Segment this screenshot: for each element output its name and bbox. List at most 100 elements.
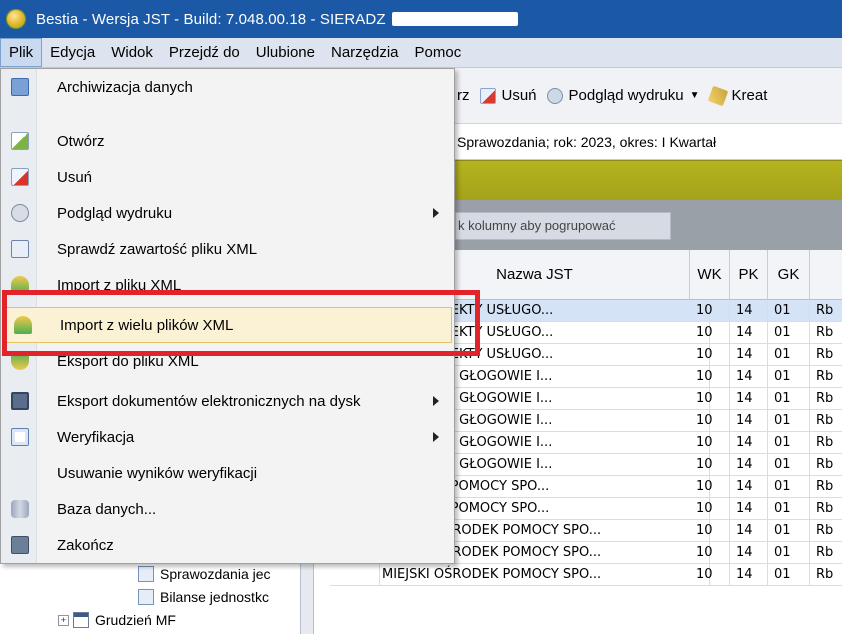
toolbar-open-button[interactable]: rz: [457, 87, 470, 104]
cell-gk: 01: [768, 410, 810, 432]
cell-rb: Rb: [816, 501, 834, 516]
toolbar-wizard-label: Kreat: [731, 87, 768, 104]
filter-band: [455, 160, 842, 200]
splitter[interactable]: [300, 560, 314, 634]
tree-item-bilanse[interactable]: Bilanse jednostkc: [138, 586, 269, 608]
database-icon: [11, 500, 29, 518]
menu-widok[interactable]: Widok: [103, 39, 161, 67]
group-panel[interactable]: k kolumny aby pogrupować: [455, 200, 842, 250]
menu-item-import-multi[interactable]: Import z wielu plików XML: [3, 307, 452, 343]
toolbar-print-preview-label: Podgląd wydruku: [568, 87, 684, 104]
print-preview-icon: [546, 87, 563, 104]
group-hint: k kolumny aby pogrupować: [455, 212, 671, 240]
cell-rb: Rb: [816, 523, 834, 538]
exit-icon: [11, 536, 29, 554]
open-icon: [11, 132, 29, 150]
menu-item-open[interactable]: Otwórz: [1, 123, 454, 159]
menu-item-database[interactable]: Baza danych...: [1, 491, 454, 527]
export-icon: [11, 352, 29, 370]
menu-item-verify[interactable]: Weryfikacja: [1, 419, 454, 455]
column-header-wk[interactable]: WK: [690, 250, 730, 300]
cell-pk: 14: [730, 498, 768, 520]
cell-gk: 01: [768, 366, 810, 388]
cell-gk: 01: [768, 564, 810, 586]
menu-edycja[interactable]: Edycja: [42, 39, 103, 67]
toolbar-print-preview-button[interactable]: Podgląd wydruku ▼: [546, 87, 700, 104]
menu-item-usuwanie-wynikow[interactable]: Usuwanie wyników weryfikacji: [1, 455, 454, 491]
menu-plik[interactable]: Plik: [0, 38, 43, 67]
cell-wk: 10: [690, 498, 730, 520]
menu-item-label: Usuwanie wyników weryfikacji: [57, 464, 258, 482]
tree-item-grudzien-mf[interactable]: + Grudzień MF: [58, 609, 176, 631]
submenu-arrow-icon: [433, 208, 439, 218]
cell-rb: Rb: [816, 479, 834, 494]
cell-pk: 14: [730, 300, 768, 322]
cell-pk: 14: [730, 432, 768, 454]
cell-pk: 14: [730, 388, 768, 410]
menu-item-save-disk[interactable]: Eksport dokumentów elektronicznych na dy…: [1, 383, 454, 419]
menu-item-label: Import z wielu plików XML: [60, 316, 234, 334]
document-icon: [138, 589, 154, 605]
tree-item-sprawozdania[interactable]: Sprawozdania jec: [138, 563, 271, 585]
cell-gk: 01: [768, 520, 810, 542]
toolbar: rz Usuń Podgląd wydruku ▼ Kreat: [455, 68, 842, 124]
cell-pk: 14: [730, 564, 768, 586]
menu-item-delete[interactable]: Usuń: [1, 159, 454, 195]
cell-rb: Rb: [816, 567, 834, 582]
menu-item-import[interactable]: Import z pliku XML: [1, 267, 454, 303]
menu-item-export[interactable]: Eksport do pliku XML: [1, 343, 454, 379]
menu-item-label: Sprawdź zawartość pliku XML: [57, 240, 258, 258]
cell-name: MIEJSKI OŚRODEK POMOCY SPO...: [380, 564, 710, 586]
cell-wk: 10: [690, 542, 730, 564]
column-header-gk[interactable]: GK: [768, 250, 810, 300]
calendar-icon: [73, 612, 89, 628]
navigation-tree: Sprawozdania jec Bilanse jednostkc + Gru…: [0, 560, 330, 634]
title-bar: Bestia - Wersja JST - Build: 7.048.00.18…: [0, 0, 842, 38]
cell-pk: 14: [730, 322, 768, 344]
expand-icon[interactable]: +: [58, 614, 69, 626]
menu-item-label: Archiwizacja danych: [57, 78, 193, 96]
cell-gk: 01: [768, 542, 810, 564]
cell-wk: 10: [690, 564, 730, 586]
menu-item-label: Podgląd wydruku: [57, 204, 173, 222]
menu-item-label: Weryfikacja: [57, 428, 135, 446]
menu-przejdz-do[interactable]: Przejdź do: [161, 39, 248, 67]
menu-bar: Plik Edycja Widok Przejdź do Ulubione Na…: [0, 38, 842, 68]
cell-gk: 01: [768, 476, 810, 498]
import-icon: [11, 276, 29, 294]
menu-item-print-preview[interactable]: Podgląd wydruku: [1, 195, 454, 231]
cell-pk: 14: [730, 476, 768, 498]
menu-pomoc[interactable]: Pomoc: [407, 39, 470, 67]
menu-item-check-xml[interactable]: Sprawdź zawartość pliku XML: [1, 231, 454, 267]
cell-wk: 10: [690, 366, 730, 388]
column-header-pk[interactable]: PK: [730, 250, 768, 300]
check-xml-icon: [11, 240, 29, 258]
tree-item-label: Sprawozdania jec: [160, 566, 271, 582]
dropdown-arrow-icon[interactable]: ▼: [690, 90, 700, 101]
cell-pk: 14: [730, 520, 768, 542]
cell-rb: Rb: [816, 347, 834, 362]
verify-icon: [11, 428, 29, 446]
menu-item-exit[interactable]: Zakończ: [1, 527, 454, 563]
submenu-arrow-icon: [433, 432, 439, 442]
menu-narzedzia[interactable]: Narzędzia: [323, 39, 407, 67]
table-row[interactable]: MIEJSKI OŚRODEK POMOCY SPO... 10 14 01 Rb: [330, 564, 842, 586]
redacted-area: [391, 12, 518, 26]
menu-ulubione[interactable]: Ulubione: [248, 39, 323, 67]
cell-gk: 01: [768, 498, 810, 520]
column-header-extra[interactable]: [810, 250, 842, 300]
toolbar-open-label: rz: [457, 87, 470, 104]
toolbar-wizard-button[interactable]: Kreat: [707, 85, 768, 106]
menu-item-label: Eksport dokumentów elektronicznych na dy…: [57, 392, 361, 410]
save-disk-icon: [11, 392, 29, 410]
cell-wk: 10: [690, 410, 730, 432]
cell-wk: 10: [690, 520, 730, 542]
toolbar-delete-button[interactable]: Usuń: [479, 87, 537, 104]
cell-wk: 10: [690, 300, 730, 322]
menu-item-archive[interactable]: Archiwizacja danych: [1, 69, 454, 105]
cell-pk: 14: [730, 344, 768, 366]
cell-rb: Rb: [816, 303, 834, 318]
tree-item-label: Grudzień MF: [95, 612, 176, 628]
toolbar-delete-label: Usuń: [501, 87, 537, 104]
cell-gk: 01: [768, 300, 810, 322]
